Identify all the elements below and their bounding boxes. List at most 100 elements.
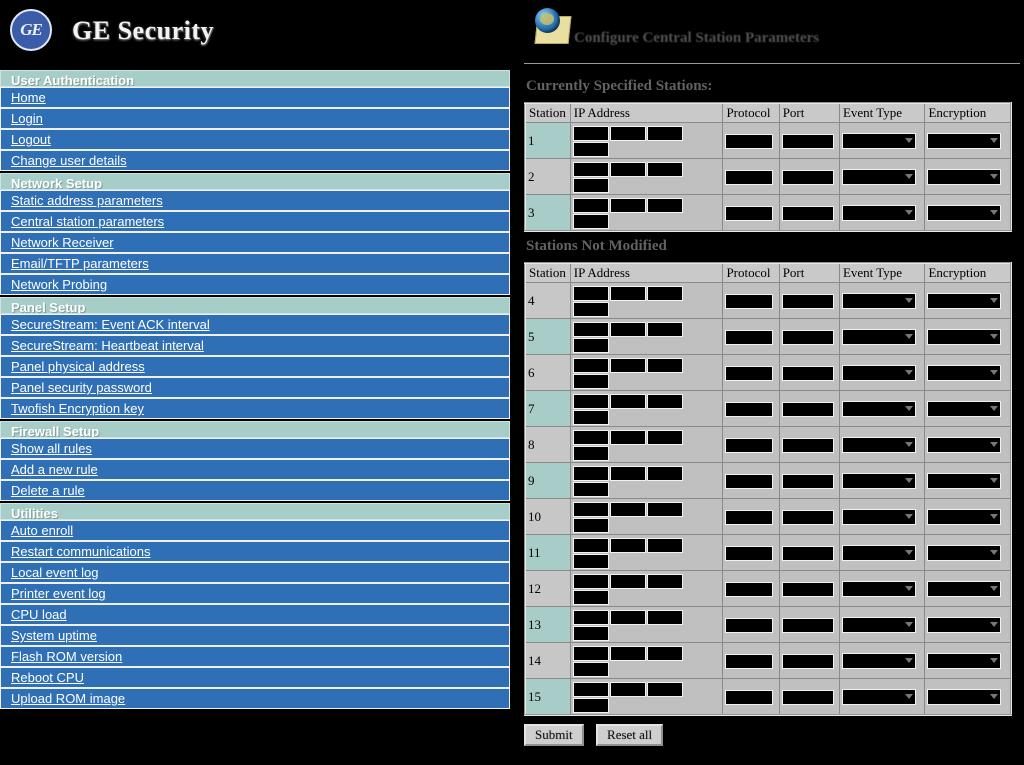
sidebar-item-logout[interactable]: Logout — [0, 129, 510, 150]
encryption-select[interactable] — [927, 581, 1002, 598]
sidebar-item-securestream-heartbeat-interval[interactable]: SecureStream: Heartbeat interval — [0, 335, 510, 356]
protocol-input[interactable] — [725, 169, 774, 185]
encryption-select[interactable] — [927, 133, 1002, 150]
encryption-select[interactable] — [927, 689, 1002, 706]
ip-octet-input-1[interactable] — [572, 321, 609, 337]
event-type-select[interactable] — [841, 617, 916, 634]
ip-octet-input-2[interactable] — [609, 357, 646, 373]
port-input[interactable] — [781, 437, 834, 453]
port-input[interactable] — [781, 618, 834, 634]
ip-octet-input-2[interactable] — [609, 645, 646, 661]
port-input[interactable] — [781, 474, 834, 490]
protocol-input[interactable] — [725, 690, 774, 706]
ip-octet-input-1[interactable] — [572, 393, 609, 409]
protocol-input[interactable] — [725, 401, 774, 417]
sidebar-item-flash-rom-version[interactable]: Flash ROM version — [0, 646, 510, 667]
event-type-select[interactable] — [841, 473, 916, 490]
ip-octet-input-2[interactable] — [609, 501, 646, 517]
event-type-select[interactable] — [841, 437, 916, 454]
port-input[interactable] — [781, 546, 834, 562]
ip-octet-input-1[interactable] — [572, 573, 609, 589]
sidebar-item-network-receiver[interactable]: Network Receiver — [0, 232, 510, 253]
sidebar-item-twofish-encryption-key[interactable]: Twofish Encryption key — [0, 398, 510, 419]
event-type-select[interactable] — [841, 581, 916, 598]
port-input[interactable] — [781, 690, 834, 706]
sidebar-item-login[interactable]: Login — [0, 108, 510, 129]
ip-octet-input-3[interactable] — [646, 501, 683, 517]
ip-octet-input-3[interactable] — [646, 321, 683, 337]
protocol-input[interactable] — [725, 205, 774, 221]
sidebar-item-show-all-rules[interactable]: Show all rules — [0, 438, 510, 459]
encryption-select[interactable] — [927, 473, 1002, 490]
ip-octet-input-4[interactable] — [572, 590, 609, 606]
port-input[interactable] — [781, 133, 834, 149]
sidebar-item-auto-enroll[interactable]: Auto enroll — [0, 520, 510, 541]
encryption-select[interactable] — [927, 293, 1002, 310]
ip-octet-input-4[interactable] — [572, 302, 609, 318]
ip-octet-input-3[interactable] — [646, 681, 683, 697]
sidebar-item-change-user-details[interactable]: Change user details — [0, 150, 510, 171]
reset-all-button[interactable]: Reset all — [596, 724, 664, 747]
ip-octet-input-2[interactable] — [609, 465, 646, 481]
protocol-input[interactable] — [725, 437, 774, 453]
encryption-select[interactable] — [927, 653, 1002, 670]
ip-octet-input-2[interactable] — [609, 125, 646, 141]
port-input[interactable] — [781, 582, 834, 598]
ip-octet-input-3[interactable] — [646, 125, 683, 141]
ip-octet-input-1[interactable] — [572, 197, 609, 213]
submit-button[interactable]: Submit — [524, 724, 584, 747]
encryption-select[interactable] — [927, 545, 1002, 562]
ip-octet-input-3[interactable] — [646, 285, 683, 301]
event-type-select[interactable] — [841, 329, 916, 346]
sidebar-item-panel-security-password[interactable]: Panel security password — [0, 377, 510, 398]
ip-octet-input-3[interactable] — [646, 161, 683, 177]
protocol-input[interactable] — [725, 654, 774, 670]
encryption-select[interactable] — [927, 437, 1002, 454]
ip-octet-input-3[interactable] — [646, 197, 683, 213]
ip-octet-input-2[interactable] — [609, 197, 646, 213]
port-input[interactable] — [781, 401, 834, 417]
ip-octet-input-3[interactable] — [646, 609, 683, 625]
event-type-select[interactable] — [841, 689, 916, 706]
sidebar-item-local-event-log[interactable]: Local event log — [0, 562, 510, 583]
sidebar-item-email-tftp-parameters[interactable]: Email/TFTP parameters — [0, 253, 510, 274]
ip-octet-input-3[interactable] — [646, 573, 683, 589]
ip-octet-input-2[interactable] — [609, 681, 646, 697]
ip-octet-input-2[interactable] — [609, 161, 646, 177]
port-input[interactable] — [781, 169, 834, 185]
ip-octet-input-2[interactable] — [609, 573, 646, 589]
encryption-select[interactable] — [927, 617, 1002, 634]
ip-octet-input-4[interactable] — [572, 214, 609, 230]
ip-octet-input-4[interactable] — [572, 518, 609, 534]
ip-octet-input-1[interactable] — [572, 681, 609, 697]
ip-octet-input-4[interactable] — [572, 446, 609, 462]
port-input[interactable] — [781, 329, 834, 345]
ip-octet-input-2[interactable] — [609, 537, 646, 553]
ip-octet-input-3[interactable] — [646, 429, 683, 445]
event-type-select[interactable] — [841, 365, 916, 382]
sidebar-item-upload-rom-image[interactable]: Upload ROM image — [0, 688, 510, 709]
encryption-select[interactable] — [927, 329, 1002, 346]
event-type-select[interactable] — [841, 545, 916, 562]
event-type-select[interactable] — [841, 133, 916, 150]
protocol-input[interactable] — [725, 618, 774, 634]
protocol-input[interactable] — [725, 474, 774, 490]
ip-octet-input-1[interactable] — [572, 161, 609, 177]
event-type-select[interactable] — [841, 169, 916, 186]
event-type-select[interactable] — [841, 653, 916, 670]
ip-octet-input-4[interactable] — [572, 662, 609, 678]
ip-octet-input-2[interactable] — [609, 429, 646, 445]
ip-octet-input-3[interactable] — [646, 645, 683, 661]
ip-octet-input-2[interactable] — [609, 321, 646, 337]
ip-octet-input-3[interactable] — [646, 393, 683, 409]
sidebar-item-delete-a-rule[interactable]: Delete a rule — [0, 480, 510, 501]
ip-octet-input-4[interactable] — [572, 142, 609, 158]
ip-octet-input-1[interactable] — [572, 357, 609, 373]
sidebar-item-network-probing[interactable]: Network Probing — [0, 274, 510, 295]
protocol-input[interactable] — [725, 510, 774, 526]
ip-octet-input-1[interactable] — [572, 645, 609, 661]
encryption-select[interactable] — [927, 365, 1002, 382]
ip-octet-input-4[interactable] — [572, 410, 609, 426]
encryption-select[interactable] — [927, 169, 1002, 186]
ip-octet-input-3[interactable] — [646, 537, 683, 553]
